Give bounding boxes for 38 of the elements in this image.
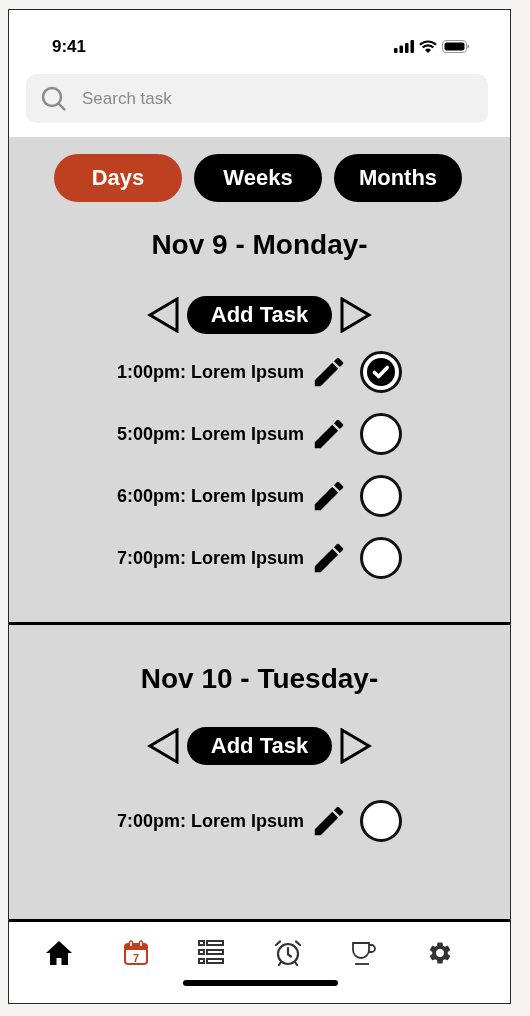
task-label: 6:00pm: Lorem Ipsum <box>116 485 304 507</box>
pencil-icon[interactable] <box>314 481 344 511</box>
view-tab[interactable]: Months <box>334 154 462 202</box>
cup-icon[interactable] <box>351 940 378 966</box>
next-arrow-icon[interactable] <box>340 297 373 333</box>
view-tab[interactable]: Weeks <box>194 154 322 202</box>
signal-icon <box>394 40 414 53</box>
task-checkbox[interactable] <box>360 351 402 393</box>
list-icon[interactable] <box>198 940 225 964</box>
view-tab[interactable]: Days <box>54 154 182 202</box>
calendar-icon[interactable]: 7 <box>122 940 149 966</box>
day-title: Nov 9 - Monday- <box>151 228 368 262</box>
search-icon <box>41 86 67 112</box>
battery-icon <box>442 40 470 53</box>
task-checkbox[interactable] <box>360 475 402 517</box>
task-checkbox[interactable] <box>360 537 402 579</box>
pencil-icon[interactable] <box>314 806 344 836</box>
pencil-icon[interactable] <box>314 543 344 573</box>
task-label: 1:00pm: Lorem Ipsum <box>116 361 304 383</box>
add-task-button[interactable]: Add Task <box>186 727 333 765</box>
status-time: 9:41 <box>52 36 87 57</box>
pencil-icon[interactable] <box>314 419 344 449</box>
alarm-clock-icon[interactable] <box>273 940 302 966</box>
previous-arrow-icon[interactable] <box>146 297 179 333</box>
next-arrow-icon[interactable] <box>340 728 373 764</box>
task-checkbox[interactable] <box>360 800 402 842</box>
search-field[interactable]: Search task <box>26 74 488 123</box>
wifi-icon <box>419 40 437 53</box>
task-label: 7:00pm: Lorem Ipsum <box>116 547 304 569</box>
previous-arrow-icon[interactable] <box>146 728 179 764</box>
check-icon <box>366 357 396 387</box>
task-checkbox[interactable] <box>360 413 402 455</box>
home-icon[interactable] <box>45 940 73 966</box>
day-title: Nov 10 - Tuesday- <box>140 662 379 696</box>
task-label: 5:00pm: Lorem Ipsum <box>116 423 304 445</box>
pencil-icon[interactable] <box>314 357 344 387</box>
add-task-button[interactable]: Add Task <box>186 296 333 334</box>
task-label: 7:00pm: Lorem Ipsum <box>116 810 304 832</box>
